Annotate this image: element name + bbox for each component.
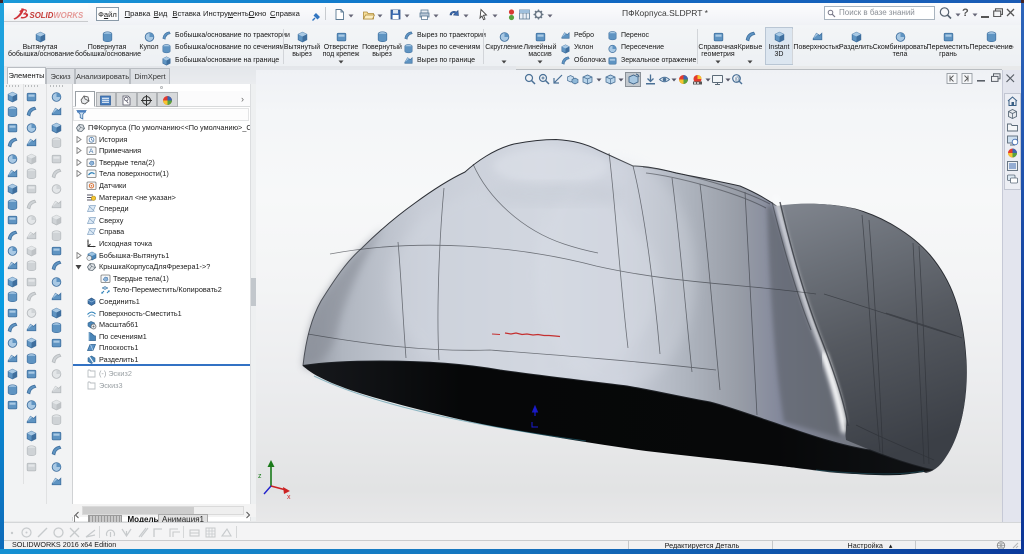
- svg-text:z: z: [258, 473, 262, 480]
- svg-text:A: A: [89, 148, 94, 155]
- svg-text:@: @: [735, 77, 741, 83]
- svg-text:x: x: [287, 494, 291, 501]
- svg-text:SOLIDWORKS: SOLIDWORKS: [30, 11, 85, 20]
